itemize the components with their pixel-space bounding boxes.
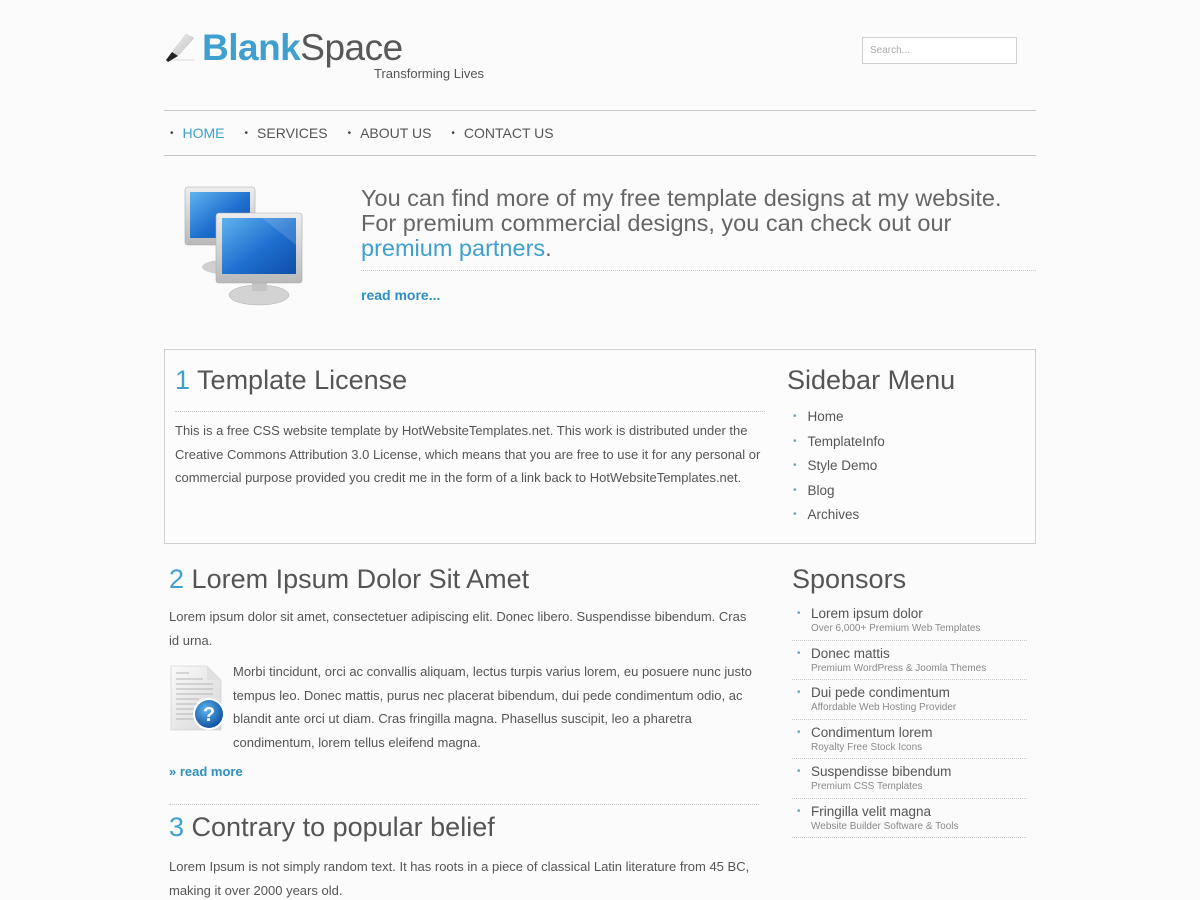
bullet-icon: • — [797, 687, 801, 698]
sponsor-link[interactable]: Lorem ipsum dolor — [811, 605, 1027, 622]
bullet-icon: • — [797, 766, 801, 777]
sponsor-description: Over 6,000+ Premium Web Templates — [811, 623, 981, 634]
bullet-icon: • — [797, 608, 801, 619]
post3-heading: 3 Contrary to popular belief — [169, 811, 759, 843]
heading-text: Lorem Ipsum Dolor Sit Amet — [191, 564, 530, 594]
sidebar-item-home[interactable]: • Home — [787, 405, 1027, 430]
nav-link[interactable]: HOME — [183, 125, 225, 141]
logo-title: BlankSpace — [202, 28, 403, 68]
sidebar-link[interactable]: Style Demo — [808, 454, 878, 479]
sponsor-item: • Dui pede condimentum Affordable Web Host… — [792, 684, 1027, 720]
sponsor-link[interactable]: Fringilla velit magna — [811, 803, 1027, 820]
nav-link[interactable]: SERVICES — [257, 125, 328, 141]
sidebar-item-blog[interactable]: • Blog — [787, 479, 1027, 504]
tagline: Transforming Lives — [374, 66, 485, 81]
sponsor-item: • Donec mattis Premium WordPress & Joomla … — [792, 645, 1027, 680]
bullet-icon: • — [244, 127, 249, 139]
premium-partners-link[interactable]: premium partners — [361, 235, 545, 261]
nav-list: • HOME • SERVICES • ABOUT US • CONTACT US — [164, 111, 1036, 155]
sidebar-link[interactable]: TemplateInfo — [808, 430, 885, 455]
sidebar-menu-title: Sidebar Menu — [787, 365, 956, 395]
main-nav: • HOME • SERVICES • ABOUT US • CONTACT US — [164, 110, 1036, 156]
logo-blank: Blank — [202, 27, 301, 68]
nav-link[interactable]: CONTACT US — [464, 125, 554, 141]
document-help-icon: ? — [170, 665, 225, 731]
sidebar-item-style-demo[interactable]: • Style Demo — [787, 454, 1027, 479]
sponsor-description: Affordable Web Hosting Provider — [811, 702, 957, 713]
sidebar-link[interactable]: Home — [808, 405, 844, 430]
bullet-icon: • — [347, 127, 352, 139]
sponsor-link[interactable]: Condimentum lorem — [811, 724, 1027, 741]
license-box: 1 Template License This is a free CSS we… — [164, 349, 1036, 544]
featured-text-end: . — [545, 235, 552, 261]
bullet-icon: • — [793, 484, 797, 496]
post2-body: ? Morbi tincidunt, orci ac convallis ali… — [169, 660, 759, 754]
pen-icon — [166, 33, 195, 62]
sidebar-link[interactable]: Archives — [808, 503, 860, 528]
heading-text: Template License — [197, 365, 408, 395]
license-body: This is a free CSS website template by H… — [175, 423, 761, 485]
post2-heading: 2 Lorem Ipsum Dolor Sit Amet — [169, 563, 759, 595]
sponsor-description: Website Builder Software & Tools — [811, 820, 959, 832]
nav-item-services[interactable]: • SERVICES — [245, 125, 328, 141]
bullet-icon: • — [797, 647, 801, 659]
featured-read-more-link[interactable]: read more... — [361, 287, 440, 303]
nav-item-about-us[interactable]: • ABOUT US — [348, 125, 432, 141]
bullet-icon: • — [793, 435, 797, 447]
heading-number: 2 — [169, 564, 185, 594]
post2-paragraph-2: Morbi tincidunt, orci ac convallis aliqu… — [233, 664, 752, 750]
sponsor-description: Premium WordPress & Joomla Themes — [811, 662, 987, 674]
license-section: 1 Template License This is a free CSS we… — [175, 364, 765, 490]
logo-space: Space — [300, 27, 403, 68]
sponsor-item: • Fringilla velit magna Website Builder So… — [792, 803, 1027, 838]
nav-item-contact-us[interactable]: • CONTACT US — [451, 125, 553, 141]
featured-text-body: You can find more of my free template de… — [361, 185, 1002, 236]
heading-number: 3 — [169, 812, 185, 842]
sidebar-item-archives[interactable]: • Archives — [787, 503, 1027, 528]
site-logo[interactable]: BlankSpace Transforming Lives — [164, 26, 504, 86]
bullet-icon: • — [797, 805, 801, 817]
heading-text: Contrary to popular belief — [191, 812, 495, 842]
nav-item-home[interactable]: • HOME — [170, 125, 225, 141]
post-contrary: 3 Contrary to popular belief Lorem Ipsum… — [169, 811, 759, 900]
nav-link[interactable]: ABOUT US — [360, 125, 431, 141]
post-lorem-ipsum: 2 Lorem Ipsum Dolor Sit Amet Lorem ipsum… — [169, 563, 759, 779]
featured-text: You can find more of my free template de… — [361, 186, 1036, 271]
license-heading: 1 Template License — [175, 364, 765, 412]
sidebar-link[interactable]: Blog — [808, 479, 835, 504]
bullet-icon: • — [797, 726, 801, 738]
sponsors-title: Sponsors — [792, 564, 907, 594]
svg-text:?: ? — [203, 704, 215, 726]
sponsor-description: Premium CSS Templates — [811, 781, 923, 792]
computers-icon — [184, 186, 303, 306]
sidebar-item-templateinfo[interactable]: • TemplateInfo — [787, 430, 1027, 455]
heading-number: 1 — [175, 365, 191, 395]
sponsor-link[interactable]: Suspendisse bibendum — [811, 763, 1027, 780]
section-divider — [169, 804, 759, 805]
bullet-icon: • — [793, 460, 797, 471]
sponsors-list: • Lorem ipsum dolor Over 6,000+ Premium We… — [792, 605, 1027, 838]
post3-paragraph-1: Lorem Ipsum is not simply random text. I… — [169, 859, 750, 898]
sponsor-item: • Condimentum lorem Royalty Free Stock Ico… — [792, 724, 1027, 759]
sponsor-item: • Lorem ipsum dolor Over 6,000+ Premium We… — [792, 605, 1027, 641]
bullet-icon: • — [170, 127, 174, 139]
sidebar-menu-list: • Home • TemplateInfo • Style Demo • Blog • Archi… — [787, 405, 1027, 528]
bullet-icon: • — [451, 127, 455, 139]
sponsor-link[interactable]: Dui pede condimentum — [811, 684, 1027, 701]
sponsors-section: Sponsors • Lorem ipsum dolor Over 6,000+ P… — [792, 563, 1027, 842]
search-input[interactable] — [862, 37, 1017, 64]
sidebar-menu: Sidebar Menu • Home • TemplateInfo • Style De… — [787, 364, 1027, 528]
sponsor-description: Royalty Free Stock Icons — [811, 741, 923, 753]
post2-read-more-link[interactable]: » read more — [169, 764, 759, 779]
bullet-icon: • — [793, 509, 797, 520]
bullet-icon: • — [793, 411, 797, 422]
sponsor-link[interactable]: Donec mattis — [811, 645, 1027, 662]
sponsor-item: • Suspendisse bibendum Premium CSS Templat… — [792, 763, 1027, 799]
post2-paragraph-1: Lorem ipsum dolor sit amet, consectetuer… — [169, 609, 747, 648]
